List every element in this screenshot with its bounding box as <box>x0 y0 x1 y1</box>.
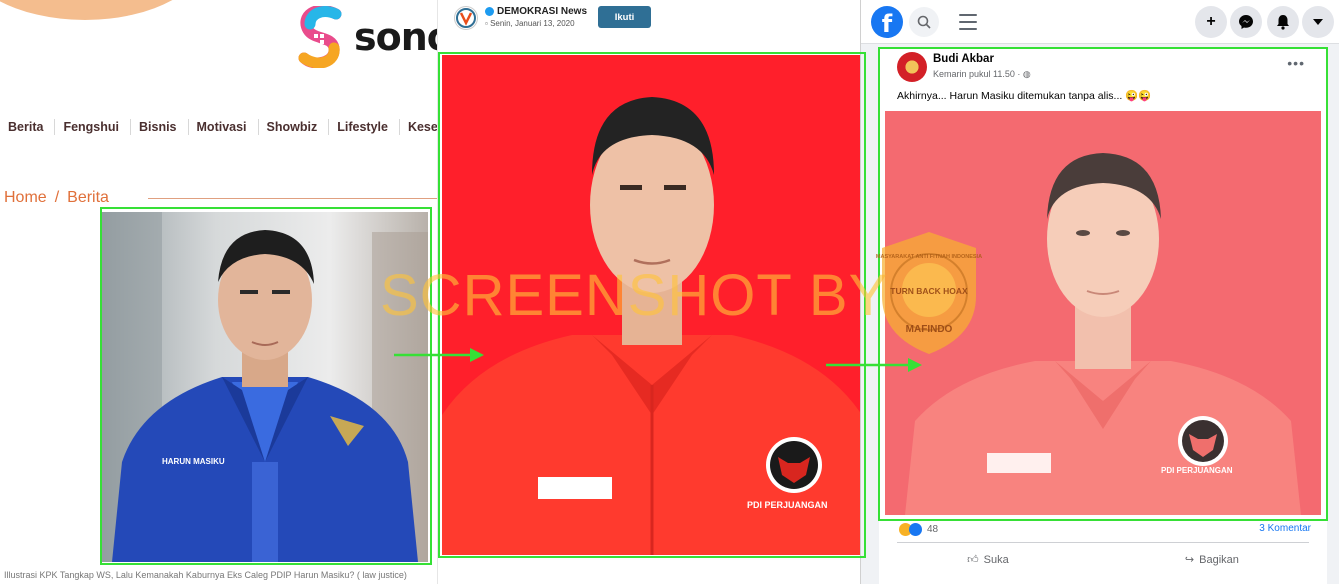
breadcrumb-divider <box>148 198 437 199</box>
facebook-logo-icon[interactable]: f <box>871 6 903 38</box>
messenger-icon[interactable] <box>1230 6 1262 38</box>
more-options-icon[interactable]: ••• <box>1287 55 1305 71</box>
globe-icon: ◍ <box>1022 69 1031 79</box>
account-name[interactable]: DEMOKRASI News <box>485 6 587 17</box>
logo-s-icon <box>298 6 342 68</box>
author-avatar[interactable] <box>897 52 927 82</box>
nav-item-lifestyle[interactable]: Lifestyle <box>329 119 400 135</box>
search-icon <box>917 15 931 29</box>
notifications-bell-icon[interactable] <box>1267 6 1299 38</box>
post-text: Akhirnya... Harun Masiku ditemukan tanpa… <box>897 90 1152 102</box>
verified-badge-icon <box>485 7 494 16</box>
reaction-summary[interactable]: 48 <box>899 523 938 536</box>
thumbs-up-icon: 👍︎ <box>967 554 979 566</box>
like-reaction-icon <box>909 523 922 536</box>
caption-credit: ( law justice) <box>356 570 407 580</box>
site-logo[interactable]: sono <box>296 6 437 68</box>
share-button[interactable]: ↪ Bagikan <box>1184 553 1239 567</box>
breadcrumb-current[interactable]: Berita <box>67 189 109 207</box>
account-avatar[interactable] <box>454 6 478 30</box>
nav-item-fengshui[interactable]: Fengshui <box>55 119 131 135</box>
reaction-count: 48 <box>927 524 939 535</box>
follow-button[interactable]: Ikuti <box>598 6 651 28</box>
breadcrumb-home[interactable]: Home <box>4 189 47 207</box>
decorative-blob <box>0 0 210 20</box>
create-plus-icon[interactable]: + <box>1195 6 1227 38</box>
facebook-topbar: f + <box>861 0 1339 44</box>
account-name-text: DEMOKRASI News <box>497 6 588 17</box>
account-dropdown-icon[interactable] <box>1302 6 1334 38</box>
share-label: Bagikan <box>1199 553 1239 566</box>
hamburger-menu-icon[interactable] <box>957 11 979 33</box>
party-badge-text: PDI PERJUANGAN <box>747 500 828 510</box>
watermark-text: SCREENSHOT BY <box>380 263 889 328</box>
arrow-right-icon <box>394 348 484 362</box>
seal-center-text: TURN BACK HOAX <box>890 286 968 296</box>
site-logo-text: sono <box>354 15 437 59</box>
party-badge-text-edited: PDI PERJUANGAN <box>1161 466 1233 475</box>
article-caption: Illustrasi KPK Tangkap WS, Lalu Kemanaka… <box>4 570 407 580</box>
seal-bottom-text: MAFINDO <box>906 324 953 335</box>
jacket-name-tag: HARUN MASIKU <box>162 457 225 466</box>
site-nav: Berita Fengshui Bisnis Motivasi Showbiz … <box>0 119 437 135</box>
share-arrow-icon: ↪ <box>1184 554 1195 566</box>
nav-item-berita[interactable]: Berita <box>0 119 56 135</box>
actions-divider <box>897 542 1309 543</box>
democracy-logo-icon <box>456 8 476 28</box>
nav-item-bisnis[interactable]: Bisnis <box>131 119 189 135</box>
nav-item-motivasi[interactable]: Motivasi <box>189 119 259 135</box>
comparison-collage: sono Berita Fengshui Bisnis Motivasi Sho… <box>0 0 1339 584</box>
news-site-panel: sono Berita Fengshui Bisnis Motivasi Sho… <box>0 0 437 584</box>
turnbackhoax-seal-icon: MASYARAKAT ANTI FITNAH INDONESIA TURN BA… <box>876 232 982 354</box>
breadcrumb-separator: / <box>54 189 60 206</box>
post-author[interactable]: Budi Akbar <box>933 53 994 65</box>
seal-ring-text: MASYARAKAT ANTI FITNAH INDONESIA <box>876 254 982 260</box>
post-date: ▫ Senin, Januari 13, 2020 <box>485 19 575 28</box>
post-date-text: Senin, Januari 13, 2020 <box>490 19 575 28</box>
comment-count-link[interactable]: 3 Komentar <box>1259 523 1311 534</box>
caption-text: Illustrasi KPK Tangkap WS, Lalu Kemanaka… <box>4 570 355 580</box>
search-button[interactable] <box>909 7 939 37</box>
like-label: Suka <box>983 553 1009 566</box>
post-actions: 👍︎ Suka ↪ Bagikan <box>879 553 1327 567</box>
nav-item-kesehatan[interactable]: Kese <box>400 119 437 135</box>
breadcrumb: Home / Berita <box>4 189 109 207</box>
nav-item-showbiz[interactable]: Showbiz <box>259 119 330 135</box>
like-button[interactable]: 👍︎ Suka <box>967 553 1009 567</box>
post-time-text: Kemarin pukul 11.50 · <box>933 69 1021 79</box>
arrow-right-icon <box>826 358 922 372</box>
post-timestamp[interactable]: Kemarin pukul 11.50 · ◍ <box>933 69 1031 80</box>
